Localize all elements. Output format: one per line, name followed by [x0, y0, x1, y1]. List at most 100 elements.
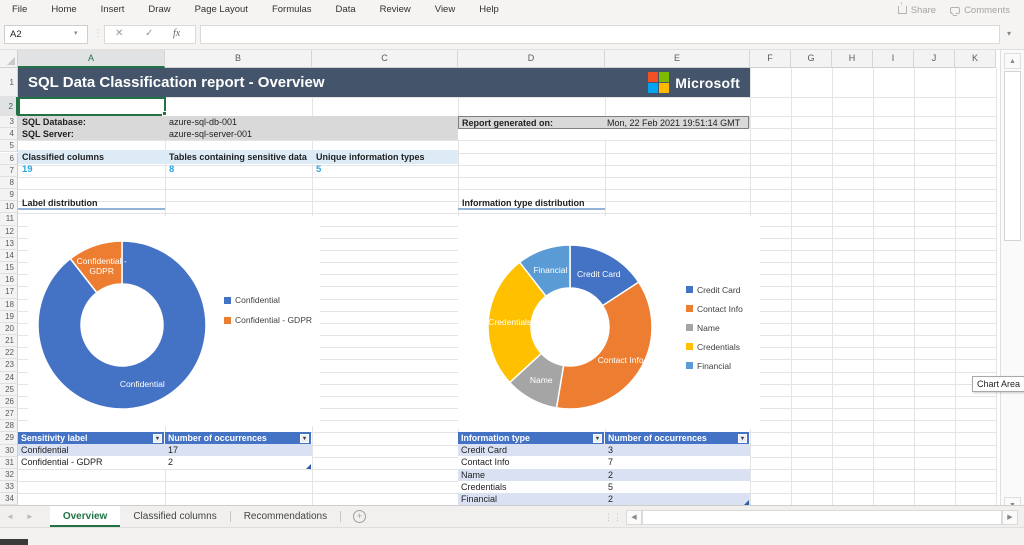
row-header-32[interactable]: 32	[0, 469, 18, 481]
legend-item-credentials[interactable]: Credentials	[686, 337, 743, 356]
horizontal-scrollbar-thumb[interactable]	[642, 510, 1002, 525]
legend-item-name[interactable]: Name	[686, 318, 743, 337]
row-header-30[interactable]: 30	[0, 445, 18, 457]
row-header-24[interactable]: 24	[0, 372, 18, 384]
row-header-5[interactable]: 5	[0, 140, 18, 152]
row-header-27[interactable]: 27	[0, 408, 18, 420]
scroll-up-icon[interactable]: ▲	[1004, 53, 1021, 69]
name-box-dropdown-icon[interactable]: ▾	[74, 29, 78, 37]
sheet-tab-recommendations[interactable]: Recommendations	[231, 506, 340, 527]
filter-dropdown-icon[interactable]: ▼	[300, 434, 309, 443]
share-button[interactable]: Share	[898, 5, 936, 16]
menu-item-draw[interactable]: Draw	[136, 0, 182, 20]
row-header-18[interactable]: 18	[0, 299, 18, 311]
column-header-B[interactable]: B	[165, 50, 312, 68]
menu-item-formulas[interactable]: Formulas	[260, 0, 324, 20]
slice-label: Name	[530, 375, 553, 385]
filter-dropdown-icon[interactable]: ▼	[593, 434, 602, 443]
sql-database-label: SQL Database:	[22, 117, 86, 127]
label-distribution-chart[interactable]: ConfidentialConfidential -GDPRConfidenti…	[28, 216, 320, 426]
row-header-3[interactable]: 3	[0, 116, 18, 128]
row-header-31[interactable]: 31	[0, 457, 18, 469]
horizontal-scrollbar: ⋮⋮ ◀ ▶	[604, 509, 1018, 525]
legend-item-financial[interactable]: Financial	[686, 356, 743, 375]
row-header-19[interactable]: 19	[0, 311, 18, 323]
menu-item-file[interactable]: File	[0, 0, 39, 20]
vertical-scrollbar-thumb[interactable]	[1004, 71, 1021, 241]
column-header-I[interactable]: I	[873, 50, 914, 68]
sheet-nav-left-icon[interactable]: ◄	[0, 506, 20, 527]
legend-item-contact-info[interactable]: Contact Info	[686, 299, 743, 318]
row-header-1[interactable]: 1	[0, 68, 18, 97]
row-header-11[interactable]: 11	[0, 213, 18, 225]
comments-button[interactable]: Comments	[950, 5, 1010, 16]
row-header-16[interactable]: 16	[0, 274, 18, 286]
row-header-15[interactable]: 15	[0, 262, 18, 274]
row-header-26[interactable]: 26	[0, 396, 18, 408]
row-header-21[interactable]: 21	[0, 335, 18, 347]
row-header-29[interactable]: 29	[0, 432, 18, 444]
legend-item-confidential-gdpr[interactable]: Confidential - GDPR	[224, 310, 312, 330]
column-header-A[interactable]: A	[18, 50, 165, 68]
menu-item-data[interactable]: Data	[324, 0, 368, 20]
row-header-10[interactable]: 10	[0, 201, 18, 213]
column-header-E[interactable]: E	[605, 50, 750, 68]
scroll-right-icon[interactable]: ▶	[1002, 510, 1018, 525]
report-generated-box: Report generated on: Mon, 22 Feb 2021 19…	[458, 116, 749, 129]
sheet-nav-right-icon[interactable]: ►	[20, 506, 40, 527]
row-header-23[interactable]: 23	[0, 359, 18, 371]
row-header-17[interactable]: 17	[0, 286, 18, 298]
menu-item-view[interactable]: View	[423, 0, 467, 20]
row-header-12[interactable]: 12	[0, 226, 18, 238]
row-header-13[interactable]: 13	[0, 238, 18, 250]
row-header-33[interactable]: 33	[0, 481, 18, 493]
menu-item-home[interactable]: Home	[39, 0, 88, 20]
selected-cell-outline[interactable]	[18, 97, 166, 116]
legend-item-credit-card[interactable]: Credit Card	[686, 280, 743, 299]
row-header-9[interactable]: 9	[0, 189, 18, 201]
info-type-distribution-chart[interactable]: Credit CardContact InfoNameCredentialsFi…	[458, 216, 760, 429]
table-cell: Contact Info	[458, 456, 605, 468]
sheet-tab-classified-columns[interactable]: Classified columns	[120, 506, 229, 527]
column-header-D[interactable]: D	[458, 50, 605, 68]
row-header-6[interactable]: 6	[0, 153, 18, 165]
legend-item-confidential[interactable]: Confidential	[224, 290, 312, 310]
row-header-14[interactable]: 14	[0, 250, 18, 262]
row-header-25[interactable]: 25	[0, 384, 18, 396]
formula-input[interactable]	[200, 25, 1000, 44]
column-header-J[interactable]: J	[914, 50, 955, 68]
row-header-20[interactable]: 20	[0, 323, 18, 335]
row-header-2[interactable]: 2	[0, 97, 18, 116]
filter-dropdown-icon[interactable]: ▼	[738, 434, 747, 443]
table-cell: 5	[605, 481, 750, 493]
sheet-tab-overview[interactable]: Overview	[50, 506, 120, 527]
column-header-K[interactable]: K	[955, 50, 996, 68]
menu-item-help[interactable]: Help	[467, 0, 511, 20]
column-header-G[interactable]: G	[791, 50, 832, 68]
ms-logo-square-3	[659, 83, 669, 93]
enter-icon[interactable]: ✓	[145, 28, 153, 39]
row-header-4[interactable]: 4	[0, 128, 18, 140]
select-all-corner[interactable]	[0, 50, 18, 68]
row-header-7[interactable]: 7	[0, 165, 18, 177]
scroll-left-icon[interactable]: ◀	[626, 510, 642, 525]
table-resize-handle[interactable]	[306, 464, 311, 469]
cancel-icon[interactable]: ✕	[115, 28, 123, 39]
menu-item-review[interactable]: Review	[368, 0, 423, 20]
column-header-C[interactable]: C	[312, 50, 458, 68]
column-header-H[interactable]: H	[832, 50, 873, 68]
row-header-34[interactable]: 34	[0, 493, 18, 505]
insert-function-icon[interactable]: fx	[173, 28, 180, 39]
menu-item-insert[interactable]: Insert	[89, 0, 137, 20]
menu-item-page-layout[interactable]: Page Layout	[183, 0, 260, 20]
row-header-8[interactable]: 8	[0, 177, 18, 189]
scrollbar-resize-handle[interactable]: ⋮⋮	[604, 512, 622, 523]
formula-bar-expand-icon[interactable]: ▾	[1007, 29, 1011, 38]
column-header-F[interactable]: F	[750, 50, 791, 68]
row-header-22[interactable]: 22	[0, 347, 18, 359]
filter-dropdown-icon[interactable]: ▼	[153, 434, 162, 443]
menubar-right: Share Comments	[898, 5, 1024, 16]
fill-handle[interactable]	[162, 111, 167, 116]
add-sheet-icon[interactable]: +	[353, 510, 366, 523]
row-header-28[interactable]: 28	[0, 420, 18, 432]
